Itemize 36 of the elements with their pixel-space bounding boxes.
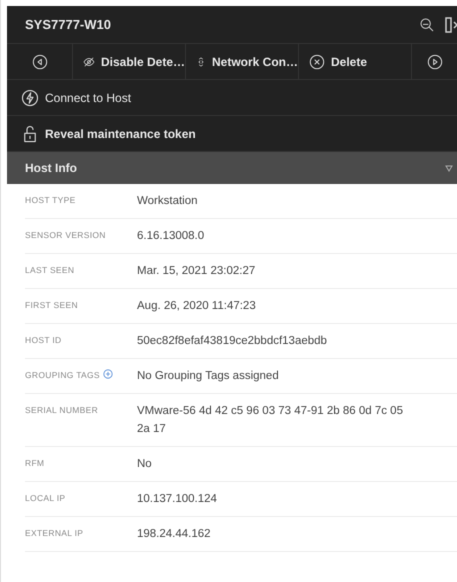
field-label: SERIAL NUMBER [25,404,98,417]
down-triangle-icon [445,164,453,172]
close-circle-icon [309,54,325,70]
action-button[interactable]: Reveal maintenance token [21,124,196,142]
field-label: EXTERNAL IP [25,527,84,540]
field-value: 50ec82f8efaf43819ce2bbdcf13aebdb [137,334,328,349]
lightning-circle-icon [21,88,39,106]
unlocked-padlock-icon [21,124,39,142]
action-button[interactable]: Connect to Host [21,88,132,106]
field-value: No Grouping Tags assigned [137,369,280,384]
field-label: HOST TYPE [25,194,76,207]
field-value: Mar. 15, 2021 23:02:27 [137,264,256,279]
field-label: SENSOR VERSION [25,229,106,242]
add-circle-icon[interactable] [102,369,113,379]
field-value: No [137,457,153,472]
window-title: SYS7777-W10 [25,16,111,34]
field-value: Aug. 26, 2020 11:47:23 [137,299,257,314]
field-value: VMware-56 4d 42 c5 96 03 73 47-91 2b 86 0d 7c 05 2a 17 [137,404,404,437]
field-label: GROUPING TAGS [25,369,100,382]
field-label: RFM [25,457,44,470]
field-label: LOCAL IP [25,492,66,505]
left-triangle-circle-icon [32,54,48,70]
section-header[interactable]: Host Info [7,152,457,184]
field-value: 6.16.13008.0 [137,229,206,244]
toolbar-button[interactable]: Delete [299,44,412,79]
toolbar-button[interactable]: Network Con… [186,44,299,79]
field-label: HOST ID [25,334,62,347]
zoom-out-icon[interactable] [419,16,435,32]
toolbar-button[interactable]: Disable Dete… [73,44,186,79]
panel-icon[interactable] [445,16,457,34]
right-triangle-circle-icon [426,54,442,70]
field-value: 198.24.44.162 [137,527,212,542]
field-value: 10.137.100.124 [137,492,218,507]
field-value: Workstation [137,194,199,209]
field-label: FIRST SEEN [25,299,78,312]
field-label: LAST SEEN [25,264,74,277]
